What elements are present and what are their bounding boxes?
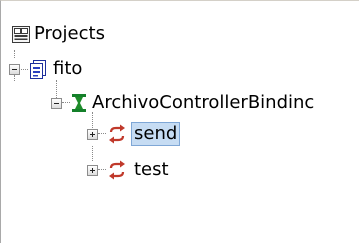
projects-tree-panel: Projects fito ArchivoControllerBindinc s… [0, 0, 359, 243]
tree-item-label: test [134, 159, 169, 180]
binding-hourglass-icon [72, 94, 86, 116]
operation-arrows-icon [107, 124, 127, 148]
expand-toggle-icon[interactable] [87, 129, 98, 140]
tree-item-test[interactable]: test [1, 159, 359, 181]
tree-item-label: send [130, 122, 181, 146]
operation-arrows-icon [107, 160, 127, 184]
tree-item-projects[interactable]: Projects [1, 23, 359, 45]
tree-item-label: Projects [34, 23, 105, 44]
tree-item-label: fito [53, 58, 83, 79]
collapse-toggle-icon[interactable] [51, 98, 62, 109]
tree-item-label: ArchivoControllerBindinc [92, 92, 315, 113]
tree-item-archivo-controller-binding[interactable]: ArchivoControllerBindinc [1, 92, 359, 114]
tree-item-fito[interactable]: fito [1, 58, 359, 80]
tree-item-send[interactable]: send [1, 122, 359, 148]
projects-icon [12, 26, 30, 47]
tree-connector [14, 50, 15, 58]
project-document-icon [30, 60, 46, 83]
collapse-toggle-icon[interactable] [9, 64, 20, 75]
expand-toggle-icon[interactable] [87, 165, 98, 176]
